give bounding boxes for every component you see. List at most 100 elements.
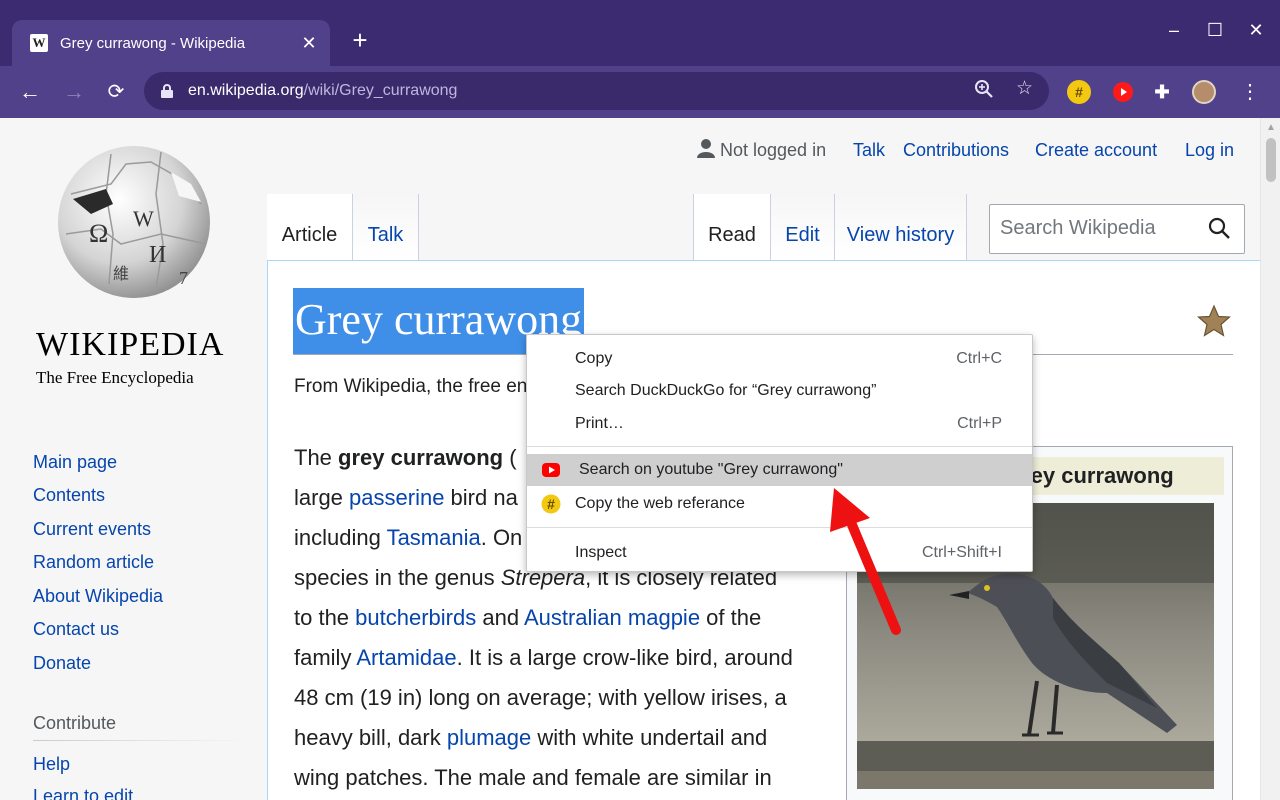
tab-close-icon[interactable]: ✕ [294, 33, 324, 54]
context-menu-print[interactable]: Print… Ctrl+P [527, 408, 1032, 440]
sidebar-item-learn-to-edit[interactable]: Learn to edit [33, 786, 133, 800]
text-line: heavy bill, dark plumage with white unde… [294, 718, 834, 758]
text-run: including [294, 525, 387, 550]
text-run: heavy bill, dark [294, 725, 447, 750]
context-menu-copy-web-reference[interactable]: # Copy the web referance [527, 488, 1032, 520]
youtube-extension-icon[interactable] [1111, 80, 1135, 104]
personal-talk-link[interactable]: Talk [853, 140, 885, 161]
browser-tab-bar: W Grey currawong - Wikipedia ✕ + – ☐ ✕ [0, 0, 1280, 66]
browser-toolbar: ← → ⟳ en.wikipedia.org/wiki/Grey_currawo… [0, 66, 1280, 118]
bold-term: grey currawong [338, 445, 504, 470]
text-run: bird na [444, 485, 518, 510]
sidebar-item-about-wikipedia[interactable]: About Wikipedia [33, 586, 163, 607]
context-menu-inspect[interactable]: Inspect Ctrl+Shift+I [527, 537, 1032, 569]
svg-text:7: 7 [179, 268, 188, 288]
text-run: . On [480, 525, 523, 550]
log-in-link[interactable]: Log in [1185, 140, 1234, 161]
text-line: 48 cm (19 in) long on average; with yell… [294, 685, 787, 710]
sidebar-item-main-page[interactable]: Main page [33, 452, 117, 473]
scroll-up-arrow-icon[interactable]: ▲ [1266, 122, 1276, 133]
text-run: with white undertail and [531, 725, 768, 750]
text-run: . It is a large crow-like bird, around [456, 645, 793, 670]
link-butcherbirds[interactable]: butcherbirds [355, 605, 476, 630]
browser-tab-active[interactable]: W Grey currawong - Wikipedia ✕ [12, 20, 330, 66]
sidebar-item-random-article[interactable]: Random article [33, 552, 154, 573]
svg-text:Ω: Ω [89, 219, 108, 248]
text-run: ( [503, 445, 517, 470]
text-line: family Artamidae. It is a large crow-lik… [294, 638, 834, 678]
minimize-button[interactable]: – [1160, 20, 1188, 41]
context-menu-search-youtube[interactable]: Search on youtube "Grey currawong" [527, 454, 1032, 486]
text-run: and [476, 605, 524, 630]
back-arrow-icon[interactable]: ← [16, 78, 44, 106]
close-window-button[interactable]: ✕ [1242, 20, 1270, 41]
menu-kebab-icon[interactable]: ⋮ [1236, 78, 1264, 106]
user-icon [697, 139, 715, 158]
forward-arrow-icon[interactable]: → [60, 78, 88, 106]
bookmark-star-icon[interactable]: ☆ [1016, 77, 1033, 100]
sidebar-item-contents[interactable]: Contents [33, 485, 105, 506]
tab-view-history[interactable]: View history [835, 194, 967, 260]
svg-text:維: 維 [113, 265, 129, 283]
address-bar[interactable]: en.wikipedia.org/wiki/Grey_currawong ☆ [144, 72, 1049, 110]
link-plumage[interactable]: plumage [447, 725, 531, 750]
link-passerine[interactable]: passerine [349, 485, 444, 510]
new-tab-button[interactable]: + [346, 26, 374, 54]
wikipedia-globe-logo[interactable]: Ω W И 維 7 [51, 134, 217, 304]
lock-icon[interactable] [160, 84, 174, 98]
contributions-link[interactable]: Contributions [903, 140, 1009, 161]
sidebar-item-donate[interactable]: Donate [33, 653, 91, 674]
link-artamidae[interactable]: Artamidae [356, 645, 456, 670]
context-menu-copy[interactable]: Copy Ctrl+C [527, 343, 1032, 375]
context-menu-search-duckduckgo[interactable]: Search DuckDuckGo for “Grey currawong” [527, 375, 1032, 407]
watch-star-icon[interactable] [1197, 304, 1231, 338]
menu-item-label: Copy [575, 350, 613, 367]
menu-item-label: Search DuckDuckGo for “Grey currawong” [575, 382, 877, 399]
wikipedia-favicon-icon: W [30, 34, 48, 52]
sidebar-item-current-events[interactable]: Current events [33, 519, 151, 540]
sidebar-divider [33, 740, 247, 741]
menu-item-shortcut: Ctrl+C [956, 350, 1002, 367]
maximize-button[interactable]: ☐ [1201, 20, 1229, 41]
red-pointer-arrow-icon [830, 488, 901, 635]
menu-separator [527, 446, 1032, 447]
link-australian-magpie[interactable]: Australian magpie [524, 605, 700, 630]
tab-read[interactable]: Read [693, 194, 771, 260]
text-run: to the [294, 605, 356, 630]
create-account-link[interactable]: Create account [1035, 140, 1157, 161]
tab-article[interactable]: Article [267, 194, 353, 260]
wikipedia-wordmark[interactable]: WIKIPEDIA [36, 326, 224, 364]
search-input[interactable] [990, 205, 1190, 251]
url-path: /wiki/Grey_currawong [303, 82, 458, 99]
youtube-icon [542, 463, 560, 477]
svg-text:W: W [133, 206, 154, 231]
search-box [989, 204, 1245, 254]
wikipedia-tagline: The Free Encyclopedia [36, 368, 194, 387]
text-line: wing patches. The male and female are si… [294, 765, 772, 790]
zoom-icon[interactable] [974, 79, 994, 105]
tab-edit[interactable]: Edit [771, 194, 835, 260]
svg-text:#: # [547, 496, 555, 512]
menu-item-shortcut: Ctrl+P [957, 415, 1002, 432]
not-logged-in-text: Not logged in [720, 140, 827, 160]
menu-item-label: Print… [575, 415, 624, 432]
text-run: The [294, 445, 339, 470]
hashtag-extension-icon[interactable]: # [1067, 80, 1091, 104]
sidebar-item-contact-us[interactable]: Contact us [33, 619, 119, 640]
reload-icon[interactable]: ⟳ [102, 78, 130, 106]
menu-separator [527, 527, 1032, 528]
text-run: family [294, 645, 357, 670]
search-icon[interactable] [1208, 217, 1230, 239]
sidebar-item-help[interactable]: Help [33, 754, 70, 775]
tab-talk[interactable]: Talk [353, 194, 419, 260]
extensions-puzzle-icon[interactable]: ✚ [1150, 80, 1174, 104]
text-run: large [294, 485, 350, 510]
svg-text:И: И [149, 242, 166, 268]
url-host: en.wikipedia.org [188, 82, 304, 99]
profile-avatar-icon[interactable] [1192, 80, 1216, 104]
scrollbar-thumb[interactable] [1266, 138, 1276, 182]
url-text[interactable]: en.wikipedia.org/wiki/Grey_currawong [188, 82, 457, 100]
page-scrollbar[interactable]: ▲ [1260, 118, 1280, 800]
context-menu: Copy Ctrl+C Search DuckDuckGo for “Grey … [526, 334, 1033, 572]
link-tasmania[interactable]: Tasmania [387, 525, 481, 550]
